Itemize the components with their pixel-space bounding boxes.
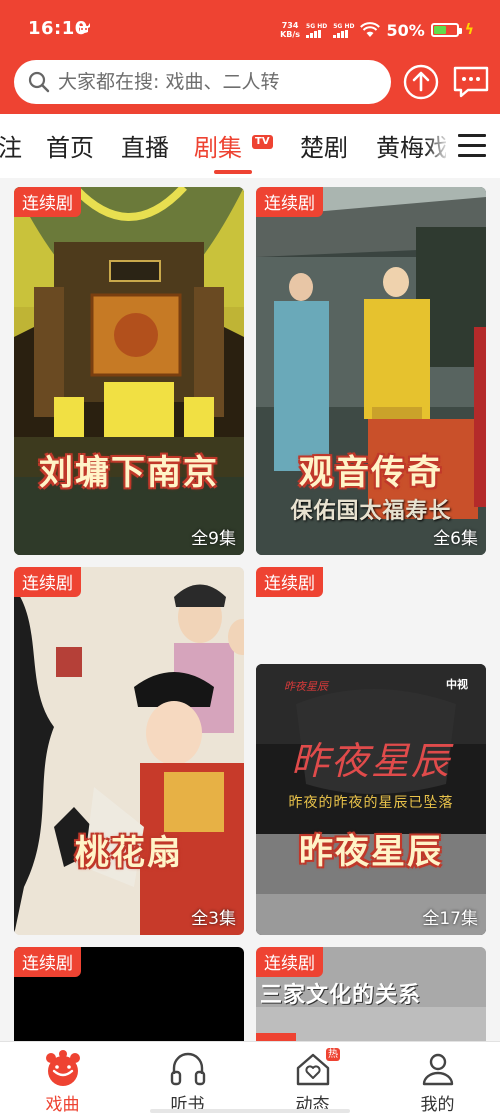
network-speed-value: 734 <box>281 21 299 30</box>
series-card[interactable]: 昨夜星辰 中视 昨夜星辰 昨夜的昨夜的星辰已坠落 昨夜星辰 全17集 <box>256 664 486 935</box>
series-card[interactable]: 连续剧 三家文化的关系 <box>256 947 486 1041</box>
app-header: 16:10 734 KB/s 5G HD 5G HD 50% ϟ 大家都在搜: … <box>0 0 500 114</box>
opera-mascot-icon <box>46 1050 80 1086</box>
network-speed: 734 KB/s <box>280 21 300 39</box>
series-title: 昨夜星辰 <box>299 832 443 872</box>
menu-icon[interactable] <box>458 134 486 158</box>
series-thumbnail <box>14 567 244 935</box>
series-badge: 连续剧 <box>14 187 81 217</box>
battery-icon <box>430 23 462 37</box>
episode-count: 全6集 <box>433 529 478 549</box>
notification-app-icon <box>78 23 90 33</box>
nav-label: 戏曲 <box>45 1095 80 1115</box>
series-card[interactable]: 连续剧 刘墉下南京 全9集 <box>14 187 244 555</box>
status-bar: 16:10 734 KB/s 5G HD 5G HD 50% ϟ <box>0 0 500 58</box>
upload-icon[interactable] <box>403 64 439 100</box>
charging-icon: ϟ <box>464 22 474 38</box>
series-title: 观音传奇 <box>299 453 443 493</box>
nav-profile[interactable]: 我的 <box>375 1042 500 1115</box>
search-input[interactable] <box>58 71 388 93</box>
signal-1-icon: 5G HD <box>306 23 327 38</box>
episode-count: 全9集 <box>191 529 236 549</box>
episode-count: 全3集 <box>191 909 236 929</box>
bottom-navigation: 戏曲 听书 热 动态 我的 <box>0 1041 500 1115</box>
series-thumbnail <box>14 187 244 555</box>
show-logo-text: 昨夜星辰 <box>284 680 328 693</box>
tab-chu-opera[interactable]: 楚剧 <box>300 128 348 163</box>
tab-home[interactable]: 首页 <box>46 128 94 163</box>
series-card[interactable]: 连续剧 桃花扇 全3集 <box>14 567 244 935</box>
signal-2-icon: 5G HD <box>333 23 354 38</box>
headphones-icon <box>170 1052 206 1086</box>
message-icon[interactable] <box>452 64 490 100</box>
series-card[interactable]: 连续剧 <box>14 947 244 1041</box>
status-indicators: 734 KB/s 5G HD 5G HD 50% ϟ <box>280 16 474 44</box>
wifi-icon <box>360 22 381 37</box>
signal-1-label: 5G HD <box>306 22 328 30</box>
nav-label: 我的 <box>420 1095 455 1115</box>
search-icon <box>28 71 50 93</box>
series-subtitle: 昨夜的昨夜的星辰已坠落 <box>288 795 454 811</box>
channel-logo-text: 中视 <box>446 678 468 691</box>
series-caption: 三家文化的关系 <box>260 983 422 1008</box>
episode-count: 全17集 <box>422 909 478 929</box>
signal-2-label: 5G HD <box>333 22 355 30</box>
series-subtitle: 保佑国太福寿长 <box>290 499 452 524</box>
search-bar[interactable] <box>14 60 391 104</box>
battery-percent: 50% <box>386 20 425 40</box>
series-feed: 连续剧 刘墉下南京 全9集 连续剧 观音传奇 保佑国太福寿长 全6集 连续剧 桃… <box>0 178 500 1041</box>
category-tabs: 注 首页 直播 剧集 TV 楚剧 黄梅戏 <box>0 114 500 178</box>
series-badge: 连续剧 <box>14 947 81 977</box>
series-title: 桃花扇 <box>75 833 183 873</box>
series-title: 刘墉下南京 <box>39 453 219 493</box>
series-badge: 连续剧 <box>256 947 323 977</box>
tab-series[interactable]: 剧集 <box>194 128 242 163</box>
nav-feed[interactable]: 热 动态 <box>250 1042 375 1115</box>
series-badge: 连续剧 <box>14 567 81 597</box>
home-indicator <box>150 1109 350 1113</box>
network-speed-unit: KB/s <box>280 30 301 39</box>
show-calligraphy-title: 昨夜星辰 <box>290 739 451 783</box>
series-card[interactable]: 连续剧 观音传奇 保佑国太福寿长 全6集 <box>256 187 486 555</box>
active-tab-indicator <box>214 170 252 174</box>
series-badge: 连续剧 <box>256 567 323 597</box>
hot-badge: 热 <box>326 1048 340 1061</box>
tab-live[interactable]: 直播 <box>121 128 169 163</box>
nav-audiobook[interactable]: 听书 <box>125 1042 250 1115</box>
nav-opera[interactable]: 戏曲 <box>0 1042 125 1115</box>
person-icon <box>422 1053 454 1086</box>
series-badge: 连续剧 <box>256 187 323 217</box>
tv-badge: TV <box>252 135 273 149</box>
tab-follow[interactable]: 注 <box>0 128 22 163</box>
